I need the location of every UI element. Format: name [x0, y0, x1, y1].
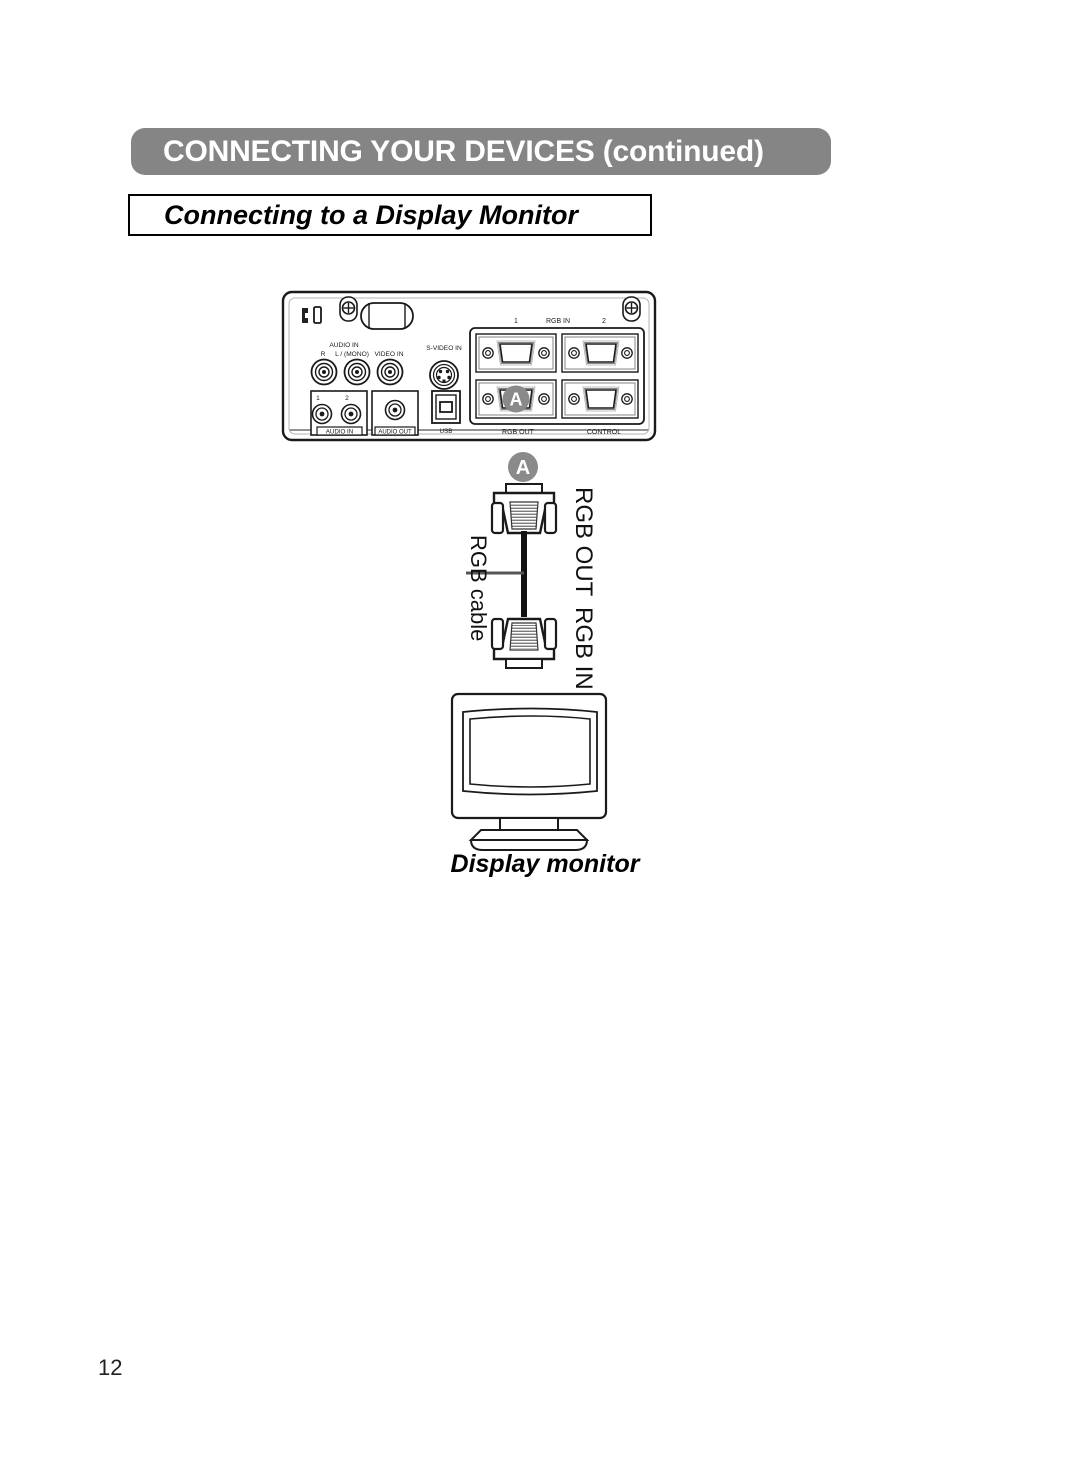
- rgb-cable-assembly: A RGB OUT RGB IN RGB cable: [466, 452, 597, 690]
- label-rgb-in-cable: RGB IN: [570, 607, 597, 690]
- monitor-caption: Display monitor: [450, 850, 640, 878]
- page-number: 12: [98, 1355, 123, 1380]
- label-rgb-in: RGB IN: [546, 318, 570, 325]
- label-rgb-cable: RGB cable: [466, 535, 491, 641]
- panel-inner-outline: [288, 297, 650, 435]
- audio-in-jack-1: [311, 403, 333, 425]
- label-audio-out: AUDIO OUT: [378, 429, 412, 435]
- audio-in-jack-2: [340, 403, 362, 425]
- rca-jack-video-in: [376, 358, 404, 386]
- reference-badge-a: [508, 452, 538, 482]
- label-audio-r: R: [321, 351, 326, 358]
- label-audio-in-top: AUDIO IN: [329, 342, 359, 349]
- monitor-neck: [499, 817, 559, 831]
- label-audio-in-2: 2: [345, 395, 349, 402]
- projector-rear-panel: AUDIO IN R L / (MONO) VIDEO IN S-VIDEO I…: [281, 290, 657, 442]
- monitor-screen: [469, 715, 591, 788]
- label-audio-l-mono: L / (MONO): [335, 351, 369, 358]
- rgb-block-bezel: [469, 327, 645, 425]
- label-usb: USB: [440, 428, 453, 435]
- rca-jack-audio-r: [310, 358, 338, 386]
- section-subtitle: Connecting to a Display Monitor: [164, 199, 579, 230]
- monitor-bezel: [450, 692, 608, 820]
- vga-connector-top: [490, 483, 558, 535]
- reference-badge-a-label: A: [516, 457, 530, 479]
- oval-vent: [360, 302, 414, 330]
- reference-badge-a-on-panel: [502, 385, 530, 413]
- rgb-in-2-port: [561, 333, 639, 373]
- label-rgb-in-2: 2: [602, 318, 606, 325]
- usb-port: USB: [431, 390, 461, 435]
- page-title: CONNECTING YOUR DEVICES (continued): [163, 134, 764, 168]
- audio-out-group: AUDIO OUT: [371, 390, 419, 436]
- label-rgb-in-1: 1: [514, 318, 518, 325]
- label-audio-in-bottom: AUDIO IN: [326, 428, 354, 435]
- label-audio-in-1: 1: [316, 395, 320, 402]
- label-s-video-in: S-VIDEO IN: [426, 345, 462, 352]
- section-subtitle-box: Connecting to a Display Monitor: [128, 194, 652, 236]
- label-rgb-out-cable: RGB OUT: [570, 487, 597, 597]
- screw-icon-right: [622, 296, 641, 322]
- monitor-inner-bezel: [462, 707, 598, 796]
- label-control: CONTROL: [587, 429, 621, 436]
- audio-out-jack: [384, 399, 406, 421]
- audio-in-bottom-group: 1 2 AUDIO IN: [310, 390, 368, 436]
- label-rgb-out: RGB OUT: [502, 429, 535, 436]
- display-monitor-illustration: [450, 692, 608, 851]
- small-slot-icon: [313, 306, 322, 324]
- rgb-in-1-port: [475, 333, 557, 373]
- monitor-base-lower: [469, 839, 589, 851]
- rgb-connector-block: 1 RGB IN 2 A RGB OUT CONTROL: [469, 318, 645, 436]
- monitor-base-upper: [468, 829, 590, 841]
- panel-outline: [281, 290, 657, 442]
- label-video-in: VIDEO IN: [375, 351, 404, 358]
- page-header-banner: CONNECTING YOUR DEVICES (continued): [131, 128, 831, 175]
- rgb-out-port: A: [475, 379, 557, 419]
- reference-badge-a-on-panel-label: A: [510, 390, 523, 410]
- s-video-in-port: [429, 360, 459, 390]
- security-lock-slot-icon: [302, 308, 308, 323]
- rca-jack-audio-l: [343, 358, 371, 386]
- control-port: [561, 379, 639, 419]
- vga-connector-bottom: [490, 617, 558, 669]
- screw-icon-left: [339, 296, 358, 322]
